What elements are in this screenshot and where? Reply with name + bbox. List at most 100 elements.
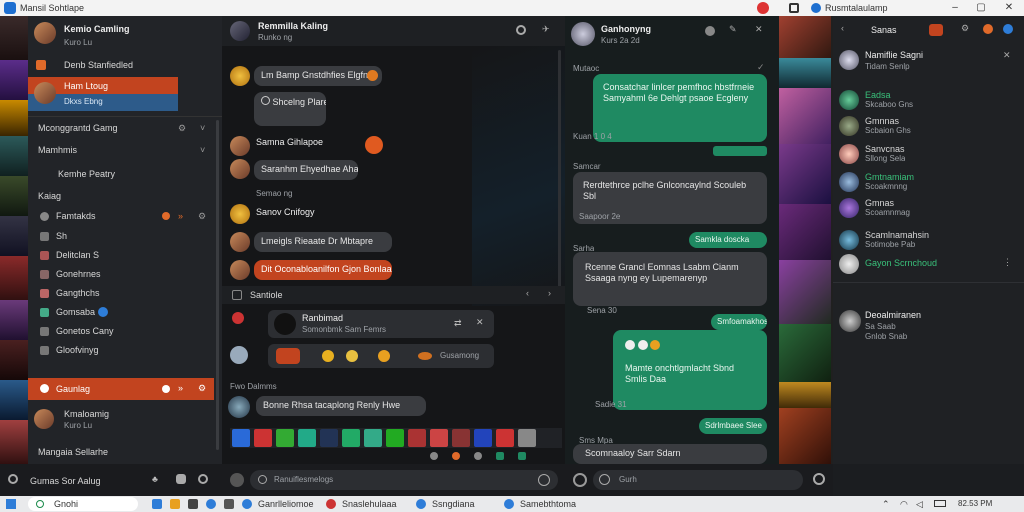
contact-item[interactable]: Gmnnas Scbaion Ghs: [833, 114, 1024, 138]
close-button[interactable]: ✕: [996, 0, 1022, 16]
emoji-icon[interactable]: [346, 350, 358, 362]
sticker-icon[interactable]: [518, 429, 536, 447]
sticker-icon[interactable]: [386, 429, 404, 447]
sticker-icon[interactable]: [298, 429, 316, 447]
contact-item[interactable]: Gayon Scrnchoud ⋮: [833, 252, 1024, 274]
reaction-button-active[interactable]: [276, 348, 300, 364]
app-icon[interactable]: [152, 499, 162, 509]
reaction-emoji[interactable]: [365, 136, 383, 154]
channel-item[interactable]: Sh: [28, 228, 222, 246]
sidebar-item[interactable]: Mangaia Sellarhe: [28, 444, 222, 462]
app-icon[interactable]: [188, 499, 198, 509]
app-icon[interactable]: [242, 499, 252, 509]
message-input[interactable]: Gurh: [593, 470, 803, 490]
headset-icon[interactable]: [198, 474, 208, 484]
sticker-icon[interactable]: [430, 429, 448, 447]
close-icon[interactable]: ✕: [755, 24, 763, 35]
sticker-icon[interactable]: [232, 429, 250, 447]
sticker-icon[interactable]: [474, 429, 492, 447]
gear-icon[interactable]: ⚙: [178, 123, 186, 134]
info-icon[interactable]: [705, 26, 715, 36]
tool-icon[interactable]: [452, 452, 460, 460]
channel-item[interactable]: Delitclan S: [28, 247, 222, 265]
swap-icon[interactable]: ⇄: [454, 318, 462, 329]
app-icon[interactable]: [206, 499, 216, 509]
channel-item[interactable]: Gloofvinyg: [28, 342, 222, 360]
channel-item[interactable]: Gangthchs: [28, 285, 222, 303]
channel-item-active[interactable]: Gaunlag » ⚙: [28, 378, 214, 400]
volume-icon[interactable]: ◁: [916, 499, 923, 510]
contact-detail[interactable]: Deoalmiranen Sa Saab Gnlob Snab: [833, 308, 1024, 344]
taskbar-app-label[interactable]: Snaslehulaaa: [342, 499, 397, 509]
mic-icon[interactable]: [176, 474, 186, 484]
contact-item[interactable]: Eadsa Skcaboo Gns: [833, 88, 1024, 112]
chevron-right-icon[interactable]: ›: [548, 288, 551, 298]
heart-icon[interactable]: [232, 312, 244, 324]
sidebar-item[interactable]: Denb Stanfiedled: [28, 56, 222, 74]
chevron-down-icon[interactable]: ˅: [200, 123, 205, 133]
gear-icon[interactable]: ⚙: [198, 211, 206, 222]
reaction-emoji[interactable]: [367, 70, 378, 81]
browser-icon[interactable]: [757, 2, 769, 14]
sticker-icon[interactable]: [364, 429, 382, 447]
tool-icon[interactable]: [474, 452, 482, 460]
emoji-icon[interactable]: [322, 350, 334, 362]
notification-icon[interactable]: [983, 24, 993, 34]
taskbar-app-label[interactable]: Ssngdiana: [432, 499, 475, 509]
contact-item[interactable]: Namiflie Sagni Tidam Senlp ✕: [833, 48, 1024, 76]
gear-icon[interactable]: ⚙: [198, 383, 206, 394]
pin-icon[interactable]: ✎: [729, 24, 737, 35]
contact-item[interactable]: Gmtnamiam Scoakmnng: [833, 170, 1024, 194]
sticker-icon[interactable]: [342, 429, 360, 447]
sidebar-item[interactable]: Kemhe Peatry: [28, 166, 222, 184]
channel-item[interactable]: Gomsaba: [28, 304, 222, 322]
channel-item[interactable]: Famtakds » ⚙: [28, 208, 222, 226]
wifi-icon[interactable]: ◠: [900, 499, 908, 510]
chevron-down-icon[interactable]: ˅: [200, 145, 205, 155]
app-icon[interactable]: [504, 499, 514, 509]
attach-icon[interactable]: [573, 473, 587, 487]
sidebar-item[interactable]: Mconggrantd Gamg ⚙ ˅: [28, 120, 222, 138]
sidebar-item-highlighted[interactable]: Ham Ltoug Dkxs Ebng: [28, 77, 178, 111]
battery-icon[interactable]: [934, 500, 946, 507]
sticker-icon[interactable]: [320, 429, 338, 447]
maximize-button[interactable]: ▢: [968, 0, 994, 16]
add-icon[interactable]: [230, 473, 244, 487]
tool-icon[interactable]: [430, 452, 438, 460]
contact-item[interactable]: Sanvcnas Sllong Sela: [833, 142, 1024, 166]
send-icon[interactable]: [813, 473, 825, 485]
gear-icon[interactable]: ⚙: [961, 23, 969, 34]
sidebar-item[interactable]: Kmaloamig Kuro Lu: [28, 406, 222, 432]
browser-tab[interactable]: Rusmtalaulamp: [825, 3, 888, 13]
help-icon[interactable]: [1003, 24, 1013, 34]
pin-icon[interactable]: ✈: [542, 24, 550, 35]
taskbar-search[interactable]: Gnohi: [28, 497, 138, 511]
taskbar-app-label[interactable]: Ganrlleliomoe: [258, 499, 314, 509]
channel-item[interactable]: Gonehrnes: [28, 266, 222, 284]
search-icon[interactable]: [516, 25, 526, 35]
taskbar-app-label[interactable]: Samebthtoma: [520, 499, 576, 509]
sticker-icon[interactable]: [408, 429, 426, 447]
app-icon[interactable]: [326, 499, 336, 509]
sticker-icon[interactable]: [452, 429, 470, 447]
more-icon[interactable]: ⋮: [1003, 257, 1012, 268]
tray-icon[interactable]: ⌃: [882, 499, 890, 510]
chevron-left-icon[interactable]: ‹: [526, 288, 529, 298]
app-icon[interactable]: [224, 499, 234, 509]
sticker-icon[interactable]: [496, 429, 514, 447]
sticker-icon[interactable]: [254, 429, 272, 447]
shield-icon[interactable]: [789, 3, 799, 13]
app-icon[interactable]: [170, 499, 180, 509]
channel-item[interactable]: Gonetos Cany: [28, 323, 222, 341]
scrollbar[interactable]: [216, 120, 219, 450]
settings-icon[interactable]: [8, 474, 18, 484]
start-icon[interactable]: [6, 499, 16, 509]
minimize-button[interactable]: –: [942, 0, 968, 16]
message-input[interactable]: Ranuiflesmelogs: [250, 470, 558, 490]
back-icon[interactable]: ‹: [841, 23, 844, 33]
sidebar-item[interactable]: Mamhmis ˅: [28, 142, 222, 160]
scrollbar[interactable]: [558, 50, 561, 290]
emoji-icon[interactable]: [418, 352, 432, 360]
emoji-icon[interactable]: [599, 474, 610, 485]
orange-button[interactable]: [929, 24, 943, 36]
